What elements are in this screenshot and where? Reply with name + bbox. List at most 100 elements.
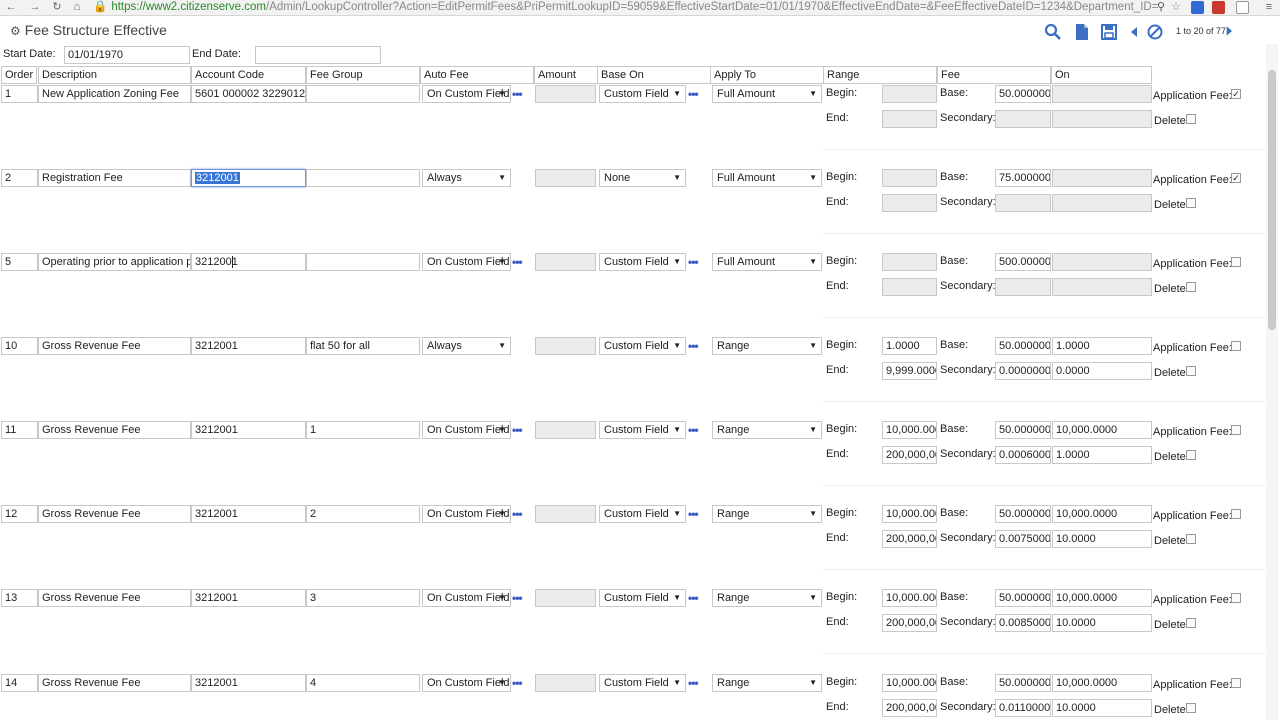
fee-base-input[interactable]: 50.0000000 <box>995 337 1051 355</box>
pdf-extension-icon[interactable] <box>1212 1 1225 14</box>
ellipsis-icon[interactable]: ••• <box>688 592 699 604</box>
description-input[interactable]: Gross Revenue Fee <box>38 337 191 355</box>
description-input[interactable]: Gross Revenue Fee <box>38 505 191 523</box>
description-input[interactable]: Registration Fee <box>38 169 191 187</box>
extension-icon[interactable] <box>1191 1 1204 14</box>
fee-secondary-input[interactable] <box>995 278 1051 296</box>
on-base-input[interactable] <box>1052 253 1152 271</box>
base-on-select[interactable]: Custom Field ▼ <box>599 589 686 607</box>
on-base-input[interactable]: 1.0000 <box>1052 337 1152 355</box>
amount-input[interactable] <box>535 589 596 607</box>
on-secondary-input[interactable]: 0.0000 <box>1052 362 1152 380</box>
application-fee-checkbox[interactable] <box>1231 509 1241 519</box>
account-code-input[interactable]: 3212001 <box>191 337 306 355</box>
range-end-input[interactable] <box>882 110 937 128</box>
account-code-input[interactable]: 5601 000002 3229012 <box>191 85 306 103</box>
ellipsis-icon[interactable]: ••• <box>688 508 699 520</box>
range-end-input[interactable]: 200,000,000 <box>882 699 937 717</box>
amount-input[interactable] <box>535 253 596 271</box>
base-on-select[interactable]: Custom Field ▼ <box>599 421 686 439</box>
description-input[interactable]: Operating prior to application permit <box>38 253 191 271</box>
fee-group-input[interactable]: 1 <box>306 421 420 439</box>
on-base-input[interactable] <box>1052 85 1152 103</box>
account-code-input[interactable]: 3212001 <box>191 589 306 607</box>
range-begin-input[interactable]: 1.0000 <box>882 337 937 355</box>
application-fee-checkbox[interactable] <box>1231 593 1241 603</box>
on-base-input[interactable]: 10,000.0000 <box>1052 505 1152 523</box>
order-input[interactable]: 5 <box>1 253 38 271</box>
fee-secondary-input[interactable]: 0.0085000 <box>995 614 1051 632</box>
address-bar[interactable]: 🔒 https://www2.citizenserve.com/Admin/Loo… <box>93 0 1166 15</box>
account-code-input[interactable]: 3212001 <box>191 169 306 187</box>
fee-base-input[interactable]: 50.0000000 <box>995 674 1051 692</box>
ellipsis-icon[interactable]: ••• <box>512 677 523 689</box>
description-input[interactable]: New Application Zoning Fee <box>38 85 191 103</box>
base-on-select[interactable]: None ▼ <box>599 169 686 187</box>
account-code-input[interactable]: 3212001 <box>191 421 306 439</box>
auto-fee-select[interactable]: Always ▼ <box>422 337 511 355</box>
account-code-input[interactable]: 3212001 <box>191 253 306 271</box>
auto-fee-select[interactable]: Always ▼ <box>422 169 511 187</box>
on-secondary-input[interactable]: 10.0000 <box>1052 699 1152 717</box>
application-fee-checkbox[interactable] <box>1231 341 1241 351</box>
ellipsis-icon[interactable]: ••• <box>688 88 699 100</box>
apply-to-select[interactable]: Range ▼ <box>712 337 822 355</box>
application-fee-checkbox[interactable]: ✓ <box>1231 173 1241 183</box>
application-fee-checkbox[interactable] <box>1231 678 1241 688</box>
apply-to-select[interactable]: Full Amount ▼ <box>712 253 822 271</box>
home-icon[interactable]: ⌂ <box>70 1 84 14</box>
application-fee-checkbox[interactable]: ✓ <box>1231 89 1241 99</box>
amount-input[interactable] <box>535 674 596 692</box>
auto-fee-select[interactable]: On Custom Field ▼ <box>422 253 511 271</box>
amount-input[interactable] <box>535 505 596 523</box>
fee-secondary-input[interactable]: 0.0075000 <box>995 530 1051 548</box>
range-begin-input[interactable]: 10,000.0000 <box>882 505 937 523</box>
fee-secondary-input[interactable]: 0.0000000 <box>995 362 1051 380</box>
apply-to-select[interactable]: Range ▼ <box>712 421 822 439</box>
ellipsis-icon[interactable]: ••• <box>512 508 523 520</box>
auto-fee-select[interactable]: On Custom Field ▼ <box>422 85 511 103</box>
delete-checkbox[interactable] <box>1186 114 1196 124</box>
fee-group-input[interactable]: 3 <box>306 589 420 607</box>
on-secondary-input[interactable]: 1.0000 <box>1052 446 1152 464</box>
on-base-input[interactable] <box>1052 169 1152 187</box>
fee-base-input[interactable]: 75.0000000 <box>995 169 1051 187</box>
order-input[interactable]: 1 <box>1 85 38 103</box>
on-base-input[interactable]: 10,000.0000 <box>1052 421 1152 439</box>
fee-group-input[interactable] <box>306 85 420 103</box>
menu-icon[interactable]: ≡ <box>1262 1 1276 14</box>
ellipsis-icon[interactable]: ••• <box>688 256 699 268</box>
range-begin-input[interactable] <box>882 253 937 271</box>
on-secondary-input[interactable] <box>1052 278 1152 296</box>
amount-input[interactable] <box>535 169 596 187</box>
search-icon[interactable] <box>1044 23 1062 41</box>
cancel-icon[interactable] <box>1146 23 1164 41</box>
range-begin-input[interactable]: 10,000.0000 <box>882 589 937 607</box>
fee-group-input[interactable] <box>306 253 420 271</box>
description-input[interactable]: Gross Revenue Fee <box>38 421 191 439</box>
fee-base-input[interactable]: 50.0000000 <box>995 421 1051 439</box>
end-date-input[interactable] <box>255 46 381 64</box>
auto-fee-select[interactable]: On Custom Field ▼ <box>422 589 511 607</box>
delete-checkbox[interactable] <box>1186 366 1196 376</box>
base-on-select[interactable]: Custom Field ▼ <box>599 505 686 523</box>
star-icon[interactable]: ☆ <box>1169 1 1183 14</box>
forward-icon[interactable]: → <box>28 1 42 14</box>
range-begin-input[interactable]: 10,000.0000 <box>882 674 937 692</box>
on-secondary-input[interactable]: 10.0000 <box>1052 530 1152 548</box>
account-code-input[interactable]: 3212001 <box>191 505 306 523</box>
ellipsis-icon[interactable]: ••• <box>688 424 699 436</box>
fee-group-input[interactable]: 2 <box>306 505 420 523</box>
range-end-input[interactable]: 9,999.0000 <box>882 362 937 380</box>
range-end-input[interactable]: 200,000,000 <box>882 446 937 464</box>
description-input[interactable]: Gross Revenue Fee <box>38 674 191 692</box>
order-input[interactable]: 13 <box>1 589 38 607</box>
auto-fee-select[interactable]: On Custom Field ▼ <box>422 421 511 439</box>
range-begin-input[interactable] <box>882 85 937 103</box>
application-fee-checkbox[interactable] <box>1231 425 1241 435</box>
fee-group-input[interactable] <box>306 169 420 187</box>
order-input[interactable]: 10 <box>1 337 38 355</box>
base-on-select[interactable]: Custom Field ▼ <box>599 337 686 355</box>
next-page-icon[interactable] <box>1222 24 1236 38</box>
fee-secondary-input[interactable]: 0.0110000 <box>995 699 1051 717</box>
